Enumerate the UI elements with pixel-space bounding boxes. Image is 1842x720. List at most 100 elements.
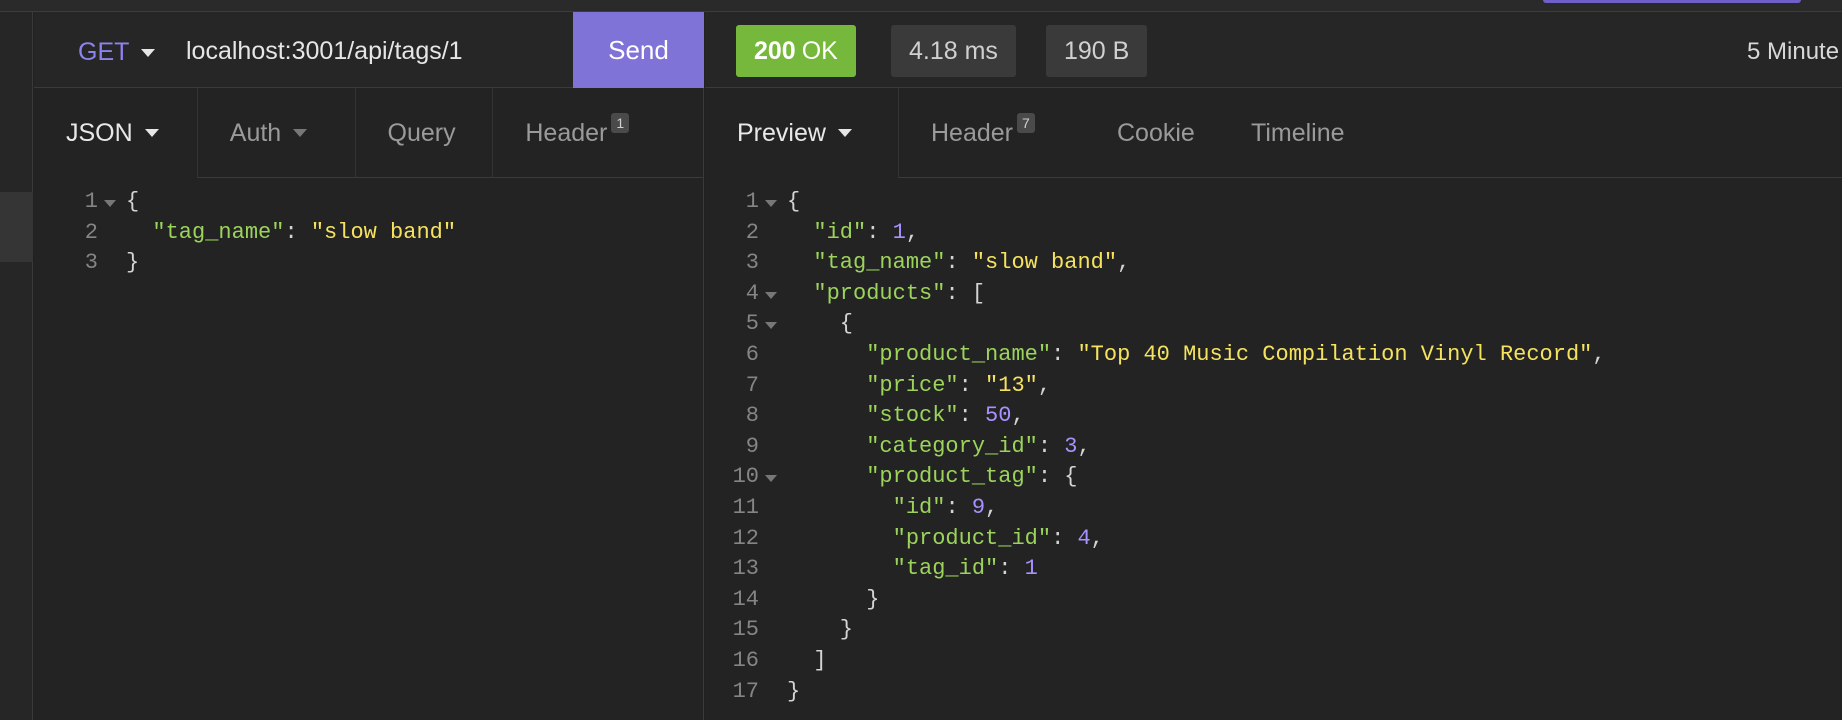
json-punct: }	[787, 586, 880, 612]
fold-caret-icon[interactable]	[763, 309, 779, 340]
fold-caret-icon[interactable]	[763, 279, 779, 310]
json-punct: ,	[1592, 341, 1606, 367]
tab-header[interactable]: Header 1	[493, 88, 703, 178]
json-punct: }	[126, 250, 140, 276]
json-key: "tag_id"	[892, 556, 999, 582]
line-number: 5	[745, 311, 759, 337]
response-tabs: Preview Header 7 Cookie Timeline	[705, 88, 1842, 178]
sidebar-selected-item[interactable]	[0, 192, 33, 262]
status-code: 200	[754, 36, 796, 65]
fold-caret-icon[interactable]	[763, 187, 779, 218]
tab-query[interactable]: Query	[356, 88, 494, 178]
line-number: 1	[745, 189, 759, 214]
line-number: 1	[84, 189, 98, 214]
code-line: 7 "price": "13",	[705, 371, 1606, 402]
code-line: 3 "tag_name": "slow band",	[705, 248, 1606, 279]
request-body-editor[interactable]: 1{2 "tag_name": "slow band" 3}	[44, 187, 456, 279]
json-number: 4	[1077, 525, 1091, 551]
fold-gutter	[102, 248, 118, 279]
json-punct: :	[866, 219, 893, 245]
code-text: "tag_name": "slow band"	[118, 218, 456, 249]
tab-json[interactable]: JSON	[34, 88, 198, 178]
method-dropdown[interactable]: GET	[78, 38, 156, 67]
json-punct	[787, 220, 813, 245]
json-punct: ,	[1011, 403, 1025, 429]
code-line: 4 "products": [	[705, 279, 1606, 310]
json-string: "slow band"	[310, 219, 457, 245]
code-line: 15 }	[705, 615, 1606, 646]
json-punct	[787, 556, 893, 581]
tab-timeline[interactable]: Timeline	[1219, 88, 1379, 178]
json-punct: :	[998, 556, 1025, 582]
json-punct: ,	[1090, 525, 1104, 551]
fold-gutter	[763, 401, 779, 432]
line-number: 3	[745, 250, 759, 276]
code-text: "tag_name": "slow band",	[779, 248, 1130, 279]
fold-gutter	[763, 432, 779, 463]
tab-label: Preview	[737, 118, 826, 147]
json-string: "slow band"	[971, 250, 1118, 276]
line-number: 14	[732, 586, 759, 612]
json-punct: :	[945, 494, 972, 520]
json-punct: ,	[1077, 433, 1091, 459]
fold-gutter	[763, 585, 779, 616]
tab-label: Header	[525, 118, 608, 147]
json-punct: :	[958, 372, 986, 398]
json-key: "product_tag"	[866, 464, 1038, 490]
code-line: 2 "tag_name": "slow band"	[44, 218, 456, 249]
code-line: 12 "product_id": 4,	[705, 524, 1606, 555]
json-punct: ,	[905, 219, 920, 245]
json-punct	[787, 526, 893, 551]
code-text: "product_tag": {	[779, 462, 1077, 493]
response-age[interactable]: 5 Minute	[1747, 38, 1839, 66]
header-count-badge: 7	[1017, 113, 1035, 133]
code-line: 17}	[705, 677, 1606, 708]
code-line: 6 "product_name": "Top 40 Music Compilat…	[705, 340, 1606, 371]
json-punct: ,	[1037, 372, 1052, 398]
sidebar-rail	[0, 12, 33, 720]
fold-gutter	[102, 218, 118, 249]
status-text: OK	[801, 36, 838, 65]
code-text: "id": 1,	[779, 218, 919, 249]
fold-caret-icon[interactable]	[102, 187, 118, 218]
url-bar: GET Send	[34, 12, 704, 88]
code-text: {	[779, 309, 853, 340]
json-key: "product_name"	[866, 341, 1052, 367]
json-key: "price"	[866, 372, 959, 398]
header-count-badge: 1	[611, 113, 630, 133]
response-panel: 200 OK 4.18 ms 190 B 5 Minute Preview He…	[705, 12, 1842, 720]
json-punct: :	[958, 403, 986, 429]
chevron-down-icon	[837, 129, 852, 137]
send-button[interactable]: Send	[573, 12, 704, 88]
fold-gutter	[763, 340, 779, 371]
request-panel: GET Send JSON Auth Query Header 1 1{2 "t…	[34, 12, 704, 720]
line-number: 9	[745, 433, 759, 459]
response-time-badge: 4.18 ms	[891, 25, 1016, 77]
response-status-bar: 200 OK 4.18 ms 190 B 5 Minute	[705, 12, 1842, 88]
chevron-down-icon	[141, 48, 156, 57]
code-text: "product_id": 4,	[779, 524, 1104, 555]
tab-cookie[interactable]: Cookie	[1085, 88, 1219, 178]
code-text: }	[779, 585, 879, 616]
line-number: 8	[745, 403, 759, 429]
response-body-viewer[interactable]: 1{2 "id": 1, 3 "tag_name": "slow band", 4 …	[705, 187, 1606, 707]
tab-label: Query	[387, 118, 456, 147]
json-number: 3	[1064, 433, 1078, 459]
line-number: 17	[732, 678, 759, 704]
tab-auth[interactable]: Auth	[198, 88, 356, 178]
fold-caret-icon[interactable]	[763, 462, 779, 493]
line-number: 2	[745, 219, 759, 245]
window-top-strip	[0, 0, 1842, 12]
line-number: 12	[732, 525, 759, 551]
tab-response-header[interactable]: Header 7	[899, 88, 1085, 178]
json-punct: ,	[1117, 250, 1131, 276]
fold-gutter	[763, 524, 779, 555]
fold-gutter	[763, 615, 779, 646]
code-line: 2 "id": 1,	[705, 218, 1606, 249]
json-key: "tag_name"	[152, 219, 285, 245]
tab-label: Timeline	[1251, 118, 1345, 147]
url-input[interactable]	[186, 34, 566, 68]
tab-preview[interactable]: Preview	[705, 88, 899, 178]
line-number: 3	[84, 250, 98, 276]
json-punct: {	[787, 189, 801, 214]
